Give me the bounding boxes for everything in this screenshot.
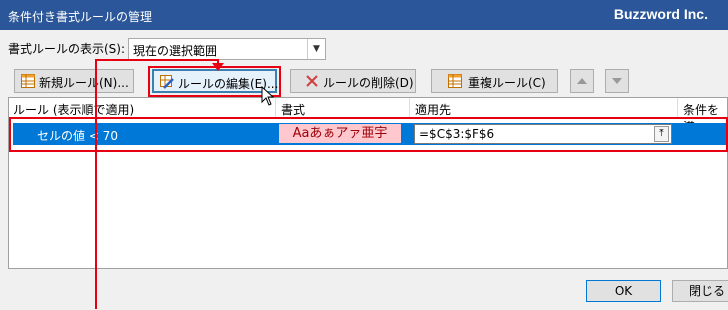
move-down-button[interactable] (605, 69, 629, 93)
annotation-arrow-icon (212, 63, 224, 71)
edit-rule-button[interactable]: ルールの編集(E)... (152, 69, 278, 93)
edit-table-icon (160, 75, 174, 89)
chevron-down-icon[interactable]: ▼ (307, 39, 325, 59)
close-button[interactable]: 閉じる (672, 280, 728, 302)
delete-rule-label: ルールの削除(D) (323, 76, 414, 90)
arrow-down-icon (612, 78, 622, 84)
window-title: 条件付き書式ルールの管理 (8, 10, 153, 24)
show-rules-dropdown[interactable]: 現在の選択範囲 ▼ (128, 38, 326, 60)
arrow-up-icon (577, 78, 587, 84)
format-preview: Aaあぁアァ亜宇 (279, 124, 401, 143)
column-divider[interactable] (275, 98, 276, 118)
column-header-format[interactable]: 書式 (281, 101, 305, 118)
column-divider[interactable] (409, 98, 410, 118)
rules-grid: ルール (表示順で適用) 書式 適用先 条件を満 セルの値 < 70 Aaあぁア… (8, 97, 728, 269)
delete-x-icon (306, 75, 318, 87)
range-picker-icon[interactable]: ⤒ (654, 126, 669, 142)
column-header-applies-to[interactable]: 適用先 (415, 101, 451, 118)
move-up-button[interactable] (570, 69, 594, 93)
applies-to-value: =$C$3:$F$6 (419, 127, 495, 141)
mouse-cursor-icon (261, 86, 275, 106)
new-rule-button[interactable]: 新規ルール(N)... (14, 69, 134, 93)
show-rules-label: 書式ルールの表示(S): (8, 42, 126, 56)
delete-rule-button[interactable]: ルールの削除(D) (290, 69, 416, 93)
duplicate-rule-label: 重複ルール(C) (468, 76, 546, 90)
duplicate-rule-button[interactable]: 重複ルール(C) (431, 69, 558, 93)
new-rule-label: 新規ルール(N)... (39, 76, 129, 90)
column-divider[interactable] (677, 98, 678, 118)
rule-row[interactable]: セルの値 < 70 Aaあぁアァ亜宇 =$C$3:$F$6 ⤒ (13, 123, 728, 145)
show-rules-value: 現在の選択範囲 (133, 44, 218, 58)
rule-condition: セルの値 < 70 (37, 129, 118, 143)
ok-button[interactable]: OK (586, 280, 661, 302)
table-icon (21, 74, 35, 88)
duplicate-table-icon (448, 74, 462, 88)
title-bar: 条件付き書式ルールの管理 Buzzword Inc. (0, 0, 728, 30)
applies-to-field[interactable]: =$C$3:$F$6 ⤒ (414, 124, 672, 144)
grid-header: ルール (表示順で適用) 書式 適用先 条件を満 (9, 98, 728, 134)
column-header-rule[interactable]: ルール (表示順で適用) (13, 101, 134, 118)
watermark-logo: Buzzword Inc. (613, 6, 708, 22)
